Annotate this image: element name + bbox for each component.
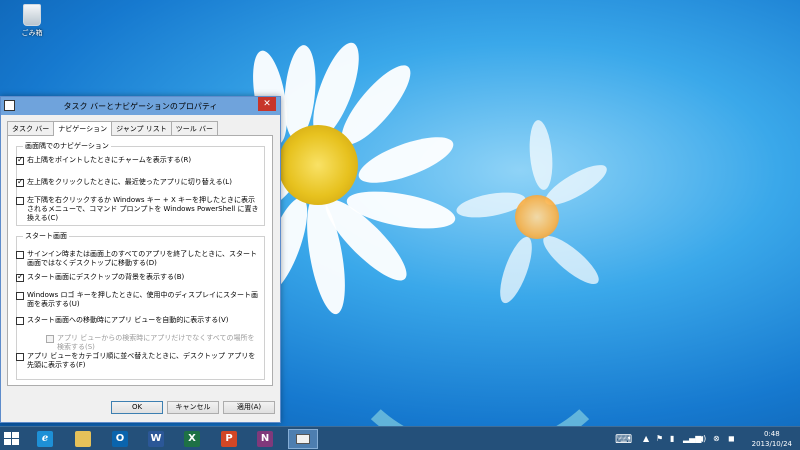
checkbox[interactable] <box>16 155 24 165</box>
excel-icon[interactable]: X <box>184 431 200 447</box>
option-desktop-apps-first[interactable]: アプリ ビューをカテゴリ順に並べ替えたときに、デスクトップ アプリを先頭に表示す… <box>16 352 261 370</box>
option-label: 左上隅をクリックしたときに、最近使ったアプリに切り替える(L) <box>27 178 232 186</box>
powerpoint-icon[interactable]: P <box>221 431 237 447</box>
onenote-icon[interactable]: N <box>257 431 273 447</box>
ok-button[interactable]: OK <box>111 401 163 414</box>
checkbox[interactable] <box>16 197 24 205</box>
daisy-center <box>278 125 358 205</box>
outlook-icon[interactable]: O <box>112 431 128 447</box>
clock-date: 2013/10/24 <box>751 440 792 448</box>
tab-jump-list[interactable]: ジャンプ リスト <box>111 121 172 135</box>
option-go-to-desktop[interactable]: サインイン時または画面上のすべてのアプリを終了したときに、スタート画面ではなくデ… <box>16 250 261 268</box>
option-label: アプリ ビューからの検索時にアプリだけでなくすべての場所を検索する(S) <box>57 334 255 351</box>
recycle-bin-label: ごみ箱 <box>21 29 43 37</box>
daisy-petal <box>353 127 459 193</box>
tab-toolbars[interactable]: ツール バー <box>170 121 219 135</box>
ime-mode-icon[interactable]: ⊗ <box>713 431 720 447</box>
option-label: Windows ロゴ キーを押したときに、使用中のディスプレイにスタート画面を表… <box>27 291 258 308</box>
checkbox <box>46 335 54 343</box>
clock-time: 0:48 <box>763 430 780 438</box>
checkbox[interactable] <box>16 292 24 300</box>
checkbox[interactable] <box>16 317 24 325</box>
tab-strip: タスク バー ナビゲーション ジャンプ リスト ツール バー <box>7 121 219 136</box>
group-title: 画面隅でのナビゲーション <box>23 141 111 151</box>
checkbox[interactable] <box>16 272 24 282</box>
close-button[interactable]: ✕ <box>258 97 276 111</box>
option-label: 左下隅を右クリックするか Windows キー + X キーを押したときに表示さ… <box>27 196 259 222</box>
volume-icon[interactable]: ◀) <box>697 431 706 447</box>
word-icon[interactable]: W <box>148 431 164 447</box>
window-thumbnail-icon <box>296 434 310 444</box>
checkbox[interactable] <box>16 251 24 259</box>
option-label: 右上隅をポイントしたときにチャームを表示する(R) <box>27 156 192 164</box>
windows-logo-icon <box>12 439 19 445</box>
start-button[interactable] <box>4 432 20 446</box>
active-window-taskbar-button[interactable] <box>288 429 318 449</box>
option-switch-recent-apps[interactable]: 左上隅をクリックしたときに、最近使ったアプリに切り替える(L) <box>16 177 261 187</box>
option-label: アプリ ビューをカテゴリ順に並べ替えたときに、デスクトップ アプリを先頭に表示す… <box>27 352 256 369</box>
action-center-icon[interactable]: ⚑ <box>656 431 663 447</box>
cancel-button[interactable]: キャンセル <box>167 401 219 414</box>
dialog-title: タスク バーとナビゲーションのプロパティ <box>63 102 218 111</box>
group-title: スタート画面 <box>23 231 69 241</box>
windows-logo-icon <box>12 432 19 438</box>
option-label: サインイン時または画面上のすべてのアプリを終了したときに、スタート画面ではなくデ… <box>27 250 258 267</box>
ime-language-icon[interactable]: ◼ <box>728 431 735 447</box>
option-label: スタート画面にデスクトップの背景を表示する(B) <box>27 273 185 281</box>
windows-logo-icon <box>4 432 11 438</box>
option-desktop-background[interactable]: スタート画面にデスクトップの背景を表示する(B) <box>16 272 261 282</box>
apply-button[interactable]: 適用(A) <box>223 401 275 414</box>
checkbox[interactable] <box>16 177 24 187</box>
clock[interactable]: 0:48 2013/10/24 <box>752 429 792 449</box>
tab-navigation[interactable]: ナビゲーション <box>53 121 113 136</box>
option-show-apps-view[interactable]: スタート画面への移動時にアプリ ビューを自動的に表示する(V) <box>16 316 261 325</box>
file-explorer-icon[interactable] <box>75 431 91 447</box>
checkbox[interactable] <box>16 353 24 361</box>
option-start-on-active-display[interactable]: Windows ロゴ キーを押したときに、使用中のディスプレイにスタート画面を表… <box>16 291 261 309</box>
battery-icon[interactable]: ▮ <box>670 431 674 447</box>
option-charms-top-right[interactable]: 右上隅をポイントしたときにチャームを表示する(R) <box>16 155 261 165</box>
recycle-bin-desktop-icon[interactable]: ごみ箱 <box>12 4 52 38</box>
taskbar-navigation-properties-dialog: タスク バーとナビゲーションのプロパティ ✕ タスク バー ナビゲーション ジャ… <box>0 96 281 423</box>
touch-keyboard-icon[interactable]: ⌨ <box>615 431 632 447</box>
tab-taskbar[interactable]: タスク バー <box>7 121 55 135</box>
show-hidden-icons-icon[interactable]: ▲ <box>643 431 649 447</box>
option-label: スタート画面への移動時にアプリ ビューを自動的に表示する(V) <box>27 316 229 324</box>
recycle-bin-icon <box>23 4 41 26</box>
option-powershell-menu[interactable]: 左下隅を右クリックするか Windows キー + X キーを押したときに表示さ… <box>16 196 261 223</box>
taskbar: e O W X P N ⌨ ▲ ⚑ ▮ ▂▄▆ ◀) ⊗ ◼ 0:48 2013… <box>0 426 800 450</box>
option-search-everywhere: アプリ ビューからの検索時にアプリだけでなくすべての場所を検索する(S) <box>46 334 261 352</box>
windows-logo-icon <box>4 439 11 445</box>
navigation-tab-pane: 画面隅でのナビゲーション 右上隅をポイントしたときにチャームを表示する(R) 左… <box>7 135 273 386</box>
dialog-titlebar[interactable]: タスク バーとナビゲーションのプロパティ ✕ <box>1 97 280 115</box>
internet-explorer-icon[interactable]: e <box>37 431 53 447</box>
daisy-petal <box>526 119 556 191</box>
